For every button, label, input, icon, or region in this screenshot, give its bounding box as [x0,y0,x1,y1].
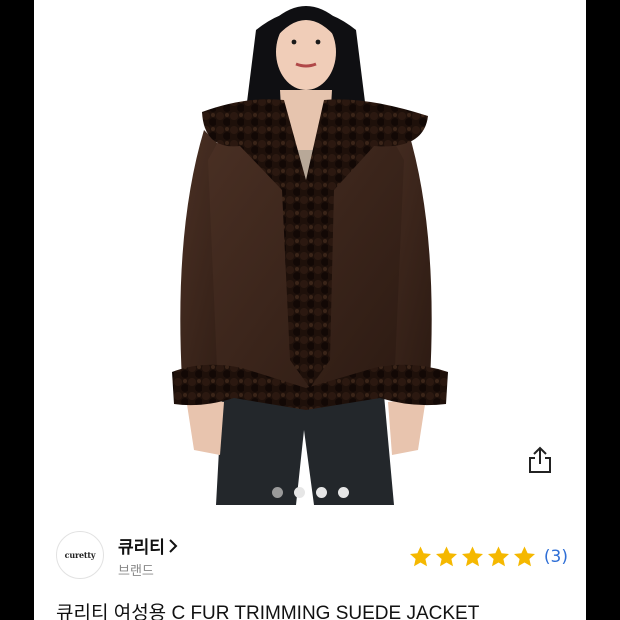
share-icon [529,446,551,473]
review-count[interactable]: (3) [544,547,568,567]
star-icon [487,546,509,567]
product-image[interactable] [34,0,586,505]
product-photo [172,6,448,505]
product-screen: curetty 큐리티 브랜드 (3) 큐리티 여성용 C FUR TRIMMI… [34,0,586,620]
brand-name: 큐리티 [118,538,165,558]
star-icon [409,546,431,567]
brand-sub-label: 브랜드 [118,564,154,579]
star-icon [461,546,483,567]
carousel-dot[interactable] [315,487,327,498]
carousel-dot[interactable] [337,487,349,498]
rating-stars [408,545,537,569]
brand-link[interactable]: 큐리티 [118,533,179,558]
chevron-right-icon [169,538,178,553]
share-button[interactable] [520,440,560,480]
product-title: 큐리티 여성용 C FUR TRIMMING SUEDE JACKET [56,603,480,620]
brand-logo[interactable]: curetty [56,531,104,579]
rating-summary[interactable]: (3) [408,545,568,569]
brand-logo-text: curetty [64,550,96,560]
carousel-dot[interactable] [271,487,283,498]
star-icon [435,546,457,567]
carousel-dot[interactable] [293,487,305,498]
brand-section: curetty 큐리티 브랜드 (3) [34,525,586,585]
star-icon [513,546,535,567]
carousel-indicator [34,487,586,498]
